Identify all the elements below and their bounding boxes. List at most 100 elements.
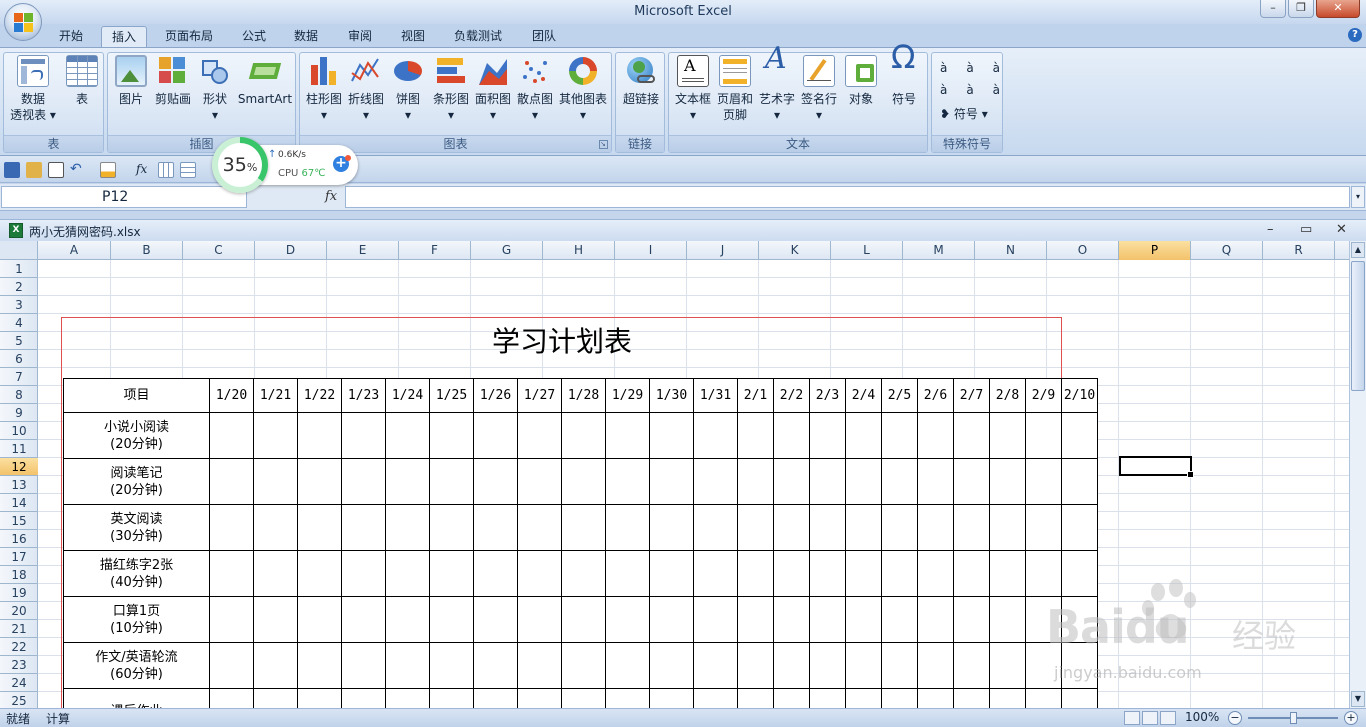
plan-cell[interactable] [1061,596,1098,643]
plan-cell[interactable] [605,412,650,459]
plan-cell[interactable] [845,688,882,708]
date-header[interactable]: 1/30 [649,378,694,413]
plan-cell[interactable] [297,458,342,505]
plan-cell[interactable] [773,550,810,597]
scroll-up-icon[interactable]: ▲ [1351,242,1365,258]
plan-cell[interactable] [917,458,954,505]
plan-cell[interactable] [989,412,1026,459]
plan-cell[interactable] [917,596,954,643]
plan-cell[interactable] [297,642,342,689]
item-label-cell[interactable]: 英文阅读 (30分钟) [63,504,210,551]
plan-cell[interactable] [473,688,518,708]
plan-cell[interactable] [1025,458,1062,505]
plan-cell[interactable] [773,642,810,689]
date-header[interactable]: 1/25 [429,378,474,413]
save-icon[interactable] [4,162,20,178]
expand-formula-bar-button[interactable]: ▾ [1351,186,1365,208]
date-header[interactable]: 1/20 [209,378,254,413]
zoom-out-icon[interactable]: − [1228,711,1242,725]
plan-cell[interactable] [1061,458,1098,505]
plan-cell[interactable] [881,642,918,689]
plan-cell[interactable] [649,458,694,505]
clipart-button[interactable]: 剪贴画 [152,55,194,107]
plan-cell[interactable] [561,504,606,551]
row-header-2[interactable]: 2 [0,278,38,296]
column-header-l[interactable]: L [831,241,903,260]
row-header-23[interactable]: 23 [0,656,38,674]
tab-insert[interactable]: 插入 [101,26,147,48]
plan-cell[interactable] [881,550,918,597]
plan-cell[interactable] [297,550,342,597]
plan-cell[interactable] [473,458,518,505]
row-header-1[interactable]: 1 [0,260,38,278]
plan-cell[interactable] [845,504,882,551]
plan-cell[interactable] [517,504,562,551]
header-item-label[interactable]: 项目 [63,378,210,413]
accent-char-3[interactable]: à [993,61,1000,75]
plan-cell[interactable] [341,412,386,459]
plan-cell[interactable] [809,458,846,505]
tab-load-test[interactable]: 负载测试 [446,26,510,48]
header-footer-button[interactable]: 页眉和 页脚 [713,55,757,123]
plan-cell[interactable] [209,504,254,551]
name-box[interactable]: P12 [1,186,247,208]
tab-home[interactable]: 开始 [50,26,92,48]
row-header-9[interactable]: 9 [0,404,38,422]
plan-cell[interactable] [649,642,694,689]
item-label-cell[interactable]: 描红练字2张 (40分钟) [63,550,210,597]
plan-cell[interactable] [253,550,298,597]
restore-button[interactable]: ❐ [1288,0,1314,18]
tab-data[interactable]: 数据 [286,26,326,48]
date-header[interactable]: 1/27 [517,378,562,413]
plan-cell[interactable] [693,688,738,708]
plan-cell[interactable] [517,642,562,689]
date-header[interactable]: 2/10 [1061,378,1098,413]
page-layout-view-icon[interactable] [1142,711,1158,725]
plan-cell[interactable] [385,550,430,597]
row-header-19[interactable]: 19 [0,584,38,602]
plan-cell[interactable] [517,458,562,505]
bar-chart-button[interactable]: 条形图 ▾ [430,55,472,123]
tab-review[interactable]: 审阅 [340,26,380,48]
plan-cell[interactable] [649,412,694,459]
plan-cell[interactable] [517,688,562,708]
plan-cell[interactable] [385,596,430,643]
row-header-14[interactable]: 14 [0,494,38,512]
plan-cell[interactable] [561,412,606,459]
plan-cell[interactable] [845,596,882,643]
plan-cell[interactable] [693,458,738,505]
plan-cell[interactable] [917,642,954,689]
plan-cell[interactable] [517,550,562,597]
plan-cell[interactable] [209,412,254,459]
plan-cell[interactable] [297,688,342,708]
symbol-button[interactable]: Ω 符号 [883,41,925,107]
item-label-cell[interactable]: 小说小阅读 (20分钟) [63,412,210,459]
plan-cell[interactable] [917,504,954,551]
date-header[interactable]: 1/29 [605,378,650,413]
row-header-5[interactable]: 5 [0,332,38,350]
plan-cell[interactable] [1025,688,1062,708]
scroll-down-icon[interactable]: ▼ [1351,691,1365,707]
item-label-cell[interactable]: 作文/英语轮流 (60分钟) [63,642,210,689]
plan-cell[interactable] [341,458,386,505]
plan-cell[interactable] [881,688,918,708]
select-all-button[interactable] [0,241,38,260]
plan-cell[interactable] [737,412,774,459]
active-cell-p12[interactable] [1119,456,1194,478]
row-header-7[interactable]: 7 [0,368,38,386]
row-header-6[interactable]: 6 [0,350,38,368]
scroll-thumb[interactable] [1351,261,1365,391]
date-header[interactable]: 2/8 [989,378,1026,413]
plan-cell[interactable] [561,458,606,505]
plan-cell[interactable] [209,550,254,597]
plan-cell[interactable] [989,596,1026,643]
plan-cell[interactable] [809,412,846,459]
plan-cell[interactable] [693,642,738,689]
row-header-22[interactable]: 22 [0,638,38,656]
item-label-cell[interactable]: 口算1页 (10分钟) [63,596,210,643]
row-header-8[interactable]: 8 [0,386,38,404]
accent-char-1[interactable]: à [940,61,947,75]
performance-widget[interactable]: 35% ↑ 0.6K/s CPU 67℃ + [212,137,360,193]
object-button[interactable]: 对象 [841,55,881,107]
column-header-e[interactable]: E [327,241,399,260]
